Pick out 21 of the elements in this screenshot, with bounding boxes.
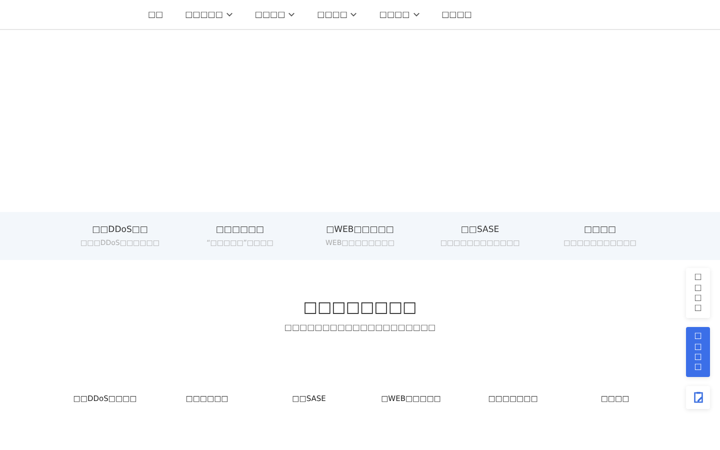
section-heading: □□□□□□□□ [303, 298, 417, 316]
feature-title[interactable]: □□SASE [460, 225, 500, 235]
caret-icon [226, 12, 233, 17]
section-subheading: □□□□□□□□□□□□□□□□□□□□ [284, 323, 436, 332]
feature-title[interactable]: □□DDoS□□ [92, 225, 148, 235]
nav-link[interactable]: □□□□ [442, 10, 472, 19]
nav-link[interactable]: □□□□ [317, 10, 358, 19]
feature-title[interactable]: □WEB□□□□□ [326, 225, 394, 235]
caret-icon [412, 12, 420, 17]
clipboard-edit-icon [692, 391, 704, 404]
feature-title[interactable]: □□□□ [584, 225, 616, 235]
nav-link[interactable]: □□□□ [379, 10, 420, 19]
feature-title[interactable]: □□□□□□ [216, 225, 264, 235]
side-icon-button[interactable] [686, 386, 710, 409]
nav-link[interactable]: □□□□ [254, 10, 296, 19]
caret-icon [288, 12, 296, 17]
side-button[interactable]: □□□□ [686, 268, 710, 318]
caret-icon [350, 12, 358, 17]
nav-link[interactable]: □□□□□ [185, 10, 233, 19]
side-button[interactable]: □□□□ [686, 327, 710, 377]
nav-link[interactable]: □□ [148, 10, 164, 19]
